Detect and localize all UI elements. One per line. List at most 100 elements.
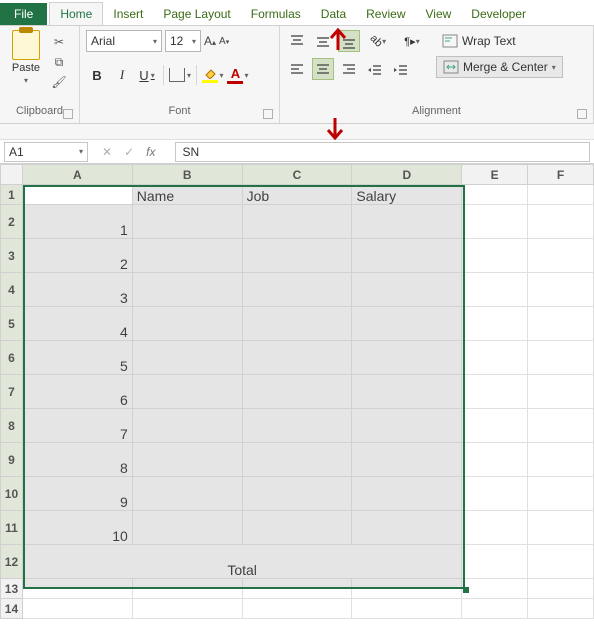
formula-bar[interactable]: SN — [175, 142, 590, 162]
increase-font-size[interactable]: A▴ — [204, 34, 216, 48]
row-header[interactable]: 13 — [1, 579, 23, 599]
row-header[interactable]: 5 — [1, 307, 23, 341]
tab-home[interactable]: Home — [49, 2, 103, 25]
row-header[interactable]: 8 — [1, 409, 23, 443]
tab-review[interactable]: Review — [356, 3, 415, 25]
cell[interactable] — [462, 239, 528, 273]
row-header[interactable]: 7 — [1, 375, 23, 409]
cell[interactable]: 3 — [22, 273, 132, 307]
cell[interactable]: 4 — [22, 307, 132, 341]
cell[interactable] — [462, 599, 528, 619]
cell[interactable] — [242, 273, 352, 307]
cell[interactable] — [352, 443, 462, 477]
cell[interactable] — [242, 341, 352, 375]
cell[interactable] — [132, 307, 242, 341]
row-header[interactable]: 12 — [1, 545, 23, 579]
cell[interactable] — [132, 579, 242, 599]
cell[interactable]: 7 — [22, 409, 132, 443]
cell[interactable]: 9 — [22, 477, 132, 511]
cell[interactable] — [132, 511, 242, 545]
font-color-button[interactable]: A ▾ — [227, 64, 249, 86]
cell[interactable] — [352, 273, 462, 307]
cell[interactable] — [242, 443, 352, 477]
format-painter-button[interactable]: 🖌 — [50, 74, 68, 90]
cell[interactable] — [242, 599, 352, 619]
cell[interactable] — [528, 185, 594, 205]
cell[interactable] — [242, 511, 352, 545]
cell[interactable] — [462, 307, 528, 341]
cell[interactable]: 10 — [22, 511, 132, 545]
cell[interactable]: Name — [132, 185, 242, 205]
cell[interactable] — [528, 443, 594, 477]
font-size-selector[interactable]: 12▾ — [165, 30, 201, 52]
cell[interactable] — [132, 375, 242, 409]
copy-button[interactable]: ⧉ — [50, 54, 68, 70]
wrap-text-button[interactable]: Wrap Text — [436, 30, 563, 52]
cell[interactable] — [352, 409, 462, 443]
cell[interactable] — [352, 599, 462, 619]
cell[interactable]: SN — [22, 185, 132, 205]
cell[interactable] — [242, 239, 352, 273]
insert-function-button[interactable]: fx — [146, 145, 155, 159]
clipboard-dialog-launcher[interactable] — [63, 109, 73, 119]
italic-button[interactable]: I — [111, 64, 133, 86]
cell[interactable] — [242, 375, 352, 409]
cell[interactable]: 2 — [22, 239, 132, 273]
cell[interactable] — [22, 579, 132, 599]
decrease-font-size[interactable]: A▾ — [219, 36, 229, 47]
cell[interactable] — [528, 477, 594, 511]
cell[interactable] — [528, 511, 594, 545]
cell[interactable] — [132, 239, 242, 273]
cell[interactable] — [528, 409, 594, 443]
cell[interactable]: Total — [22, 545, 461, 579]
row-header[interactable]: 4 — [1, 273, 23, 307]
cell[interactable] — [132, 409, 242, 443]
cell[interactable] — [352, 375, 462, 409]
spreadsheet-grid[interactable]: ABCDEF1SNNameJobSalary213243546576879810… — [0, 164, 594, 619]
fill-color-button[interactable]: ▾ — [202, 64, 224, 86]
col-header[interactable]: F — [528, 165, 594, 185]
cell[interactable] — [242, 579, 352, 599]
cell[interactable] — [462, 185, 528, 205]
font-name-selector[interactable]: Arial▾ — [86, 30, 162, 52]
cell[interactable]: 1 — [22, 205, 132, 239]
paste-button[interactable]: Paste — [12, 62, 40, 74]
cell[interactable] — [242, 477, 352, 511]
cell[interactable] — [462, 205, 528, 239]
tab-pagelayout[interactable]: Page Layout — [153, 3, 240, 25]
borders-button[interactable]: ▾ — [169, 64, 191, 86]
decrease-indent[interactable] — [364, 60, 386, 82]
cell[interactable] — [352, 477, 462, 511]
row-header[interactable]: 14 — [1, 599, 23, 619]
cell[interactable]: 6 — [22, 375, 132, 409]
cell[interactable] — [132, 477, 242, 511]
cell[interactable] — [528, 599, 594, 619]
orientation-button[interactable]: ab▾ — [364, 30, 392, 52]
row-header[interactable]: 6 — [1, 341, 23, 375]
cell[interactable] — [528, 239, 594, 273]
tab-view[interactable]: View — [416, 3, 462, 25]
cell[interactable] — [528, 545, 594, 579]
cell[interactable] — [462, 273, 528, 307]
cell[interactable] — [462, 477, 528, 511]
cell[interactable] — [352, 579, 462, 599]
cell[interactable]: Job — [242, 185, 352, 205]
cell[interactable] — [352, 239, 462, 273]
tab-formulas[interactable]: Formulas — [241, 3, 311, 25]
tab-file[interactable]: File — [0, 3, 47, 25]
row-header[interactable]: 1 — [1, 185, 23, 205]
cell[interactable] — [528, 375, 594, 409]
cell[interactable] — [462, 443, 528, 477]
font-dialog-launcher[interactable] — [263, 109, 273, 119]
cell[interactable] — [462, 579, 528, 599]
align-right[interactable] — [338, 58, 360, 80]
cell[interactable] — [462, 375, 528, 409]
col-header[interactable]: B — [132, 165, 242, 185]
cell[interactable] — [462, 409, 528, 443]
cell[interactable] — [528, 579, 594, 599]
cell[interactable] — [132, 205, 242, 239]
cell[interactable] — [462, 545, 528, 579]
cell[interactable] — [242, 205, 352, 239]
col-header[interactable]: D — [352, 165, 462, 185]
cell[interactable] — [352, 341, 462, 375]
